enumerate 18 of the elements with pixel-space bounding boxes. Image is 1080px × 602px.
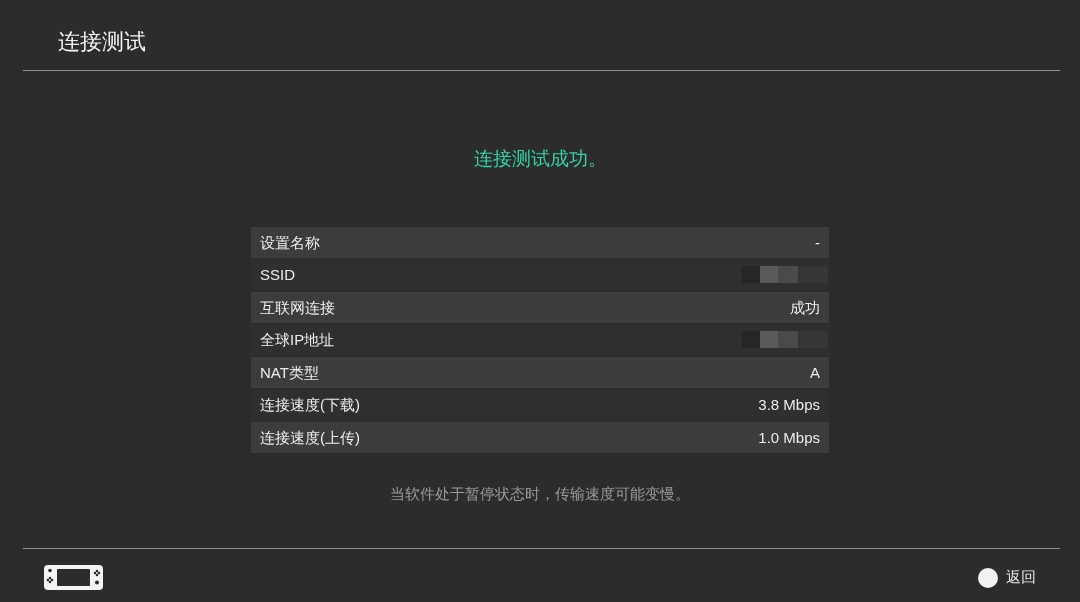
row-label: SSID: [260, 265, 295, 285]
controller-button-icon: [978, 567, 998, 588]
screen-title: 连接测试: [58, 28, 146, 55]
row-label: NAT类型: [260, 362, 319, 382]
row-label: 设置名称: [260, 232, 320, 252]
success-message: 连接测试成功。: [473, 147, 607, 171]
handheld-console-icon: [44, 565, 103, 590]
row-label: 互联网连接: [260, 297, 335, 317]
row-value: 1.0 Mbps: [758, 427, 820, 447]
row-label: 连接速度(上传): [260, 427, 360, 447]
row-value: 3.8 Mbps: [758, 395, 820, 415]
row-value: -: [815, 232, 820, 252]
note-text: 当软件处于暂停状态时，传输速度可能变慢。: [390, 483, 690, 504]
row-label: 连接速度(下载): [260, 395, 360, 415]
row-label: 全球IP地址: [260, 330, 335, 350]
row-value: A: [810, 362, 820, 382]
back-button[interactable]: 返回: [978, 565, 1036, 590]
row-value: 成功: [790, 297, 820, 317]
